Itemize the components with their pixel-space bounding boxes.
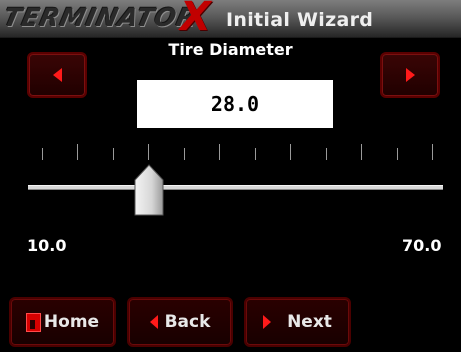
increase-button[interactable] bbox=[380, 52, 440, 98]
brand-x-mark: X bbox=[180, 0, 211, 40]
home-button[interactable]: Home bbox=[9, 297, 116, 347]
slider-tick bbox=[112, 148, 114, 160]
max-value-label: 70.0 bbox=[402, 236, 442, 255]
brand-text: TERMINATOR bbox=[1, 3, 201, 32]
decrease-button[interactable] bbox=[27, 52, 87, 98]
page-title: Initial Wizard bbox=[226, 9, 374, 31]
slider-tick bbox=[148, 144, 150, 160]
next-label: Next bbox=[287, 312, 332, 332]
slider-tick bbox=[432, 144, 433, 160]
back-label: Back bbox=[164, 312, 211, 332]
next-button[interactable]: Next bbox=[244, 297, 351, 347]
back-button[interactable]: Back bbox=[127, 297, 233, 347]
slider-tick bbox=[42, 148, 43, 160]
home-icon bbox=[25, 312, 41, 332]
home-label: Home bbox=[43, 312, 100, 332]
right-arrow-icon bbox=[263, 315, 272, 329]
slider-tick bbox=[325, 148, 327, 160]
left-arrow-icon bbox=[52, 68, 62, 82]
slider-tick bbox=[361, 144, 363, 160]
slider-thumb[interactable] bbox=[134, 164, 164, 216]
slider-tick bbox=[77, 144, 79, 160]
slider-tick bbox=[254, 148, 256, 160]
slider-tick bbox=[183, 148, 185, 160]
slider-tick bbox=[396, 148, 398, 160]
slider-tick bbox=[290, 144, 292, 160]
value-display[interactable]: 28.0 bbox=[137, 80, 333, 128]
title-bar: TERMINATOR X Initial Wizard bbox=[0, 0, 461, 38]
left-arrow-icon bbox=[149, 315, 158, 329]
brand-logo: TERMINATOR bbox=[1, 3, 200, 33]
slider-tick bbox=[219, 144, 221, 160]
right-arrow-icon bbox=[405, 68, 415, 82]
slider-track[interactable] bbox=[28, 185, 443, 190]
slider-ticks bbox=[0, 142, 461, 162]
min-value-label: 10.0 bbox=[27, 236, 67, 255]
